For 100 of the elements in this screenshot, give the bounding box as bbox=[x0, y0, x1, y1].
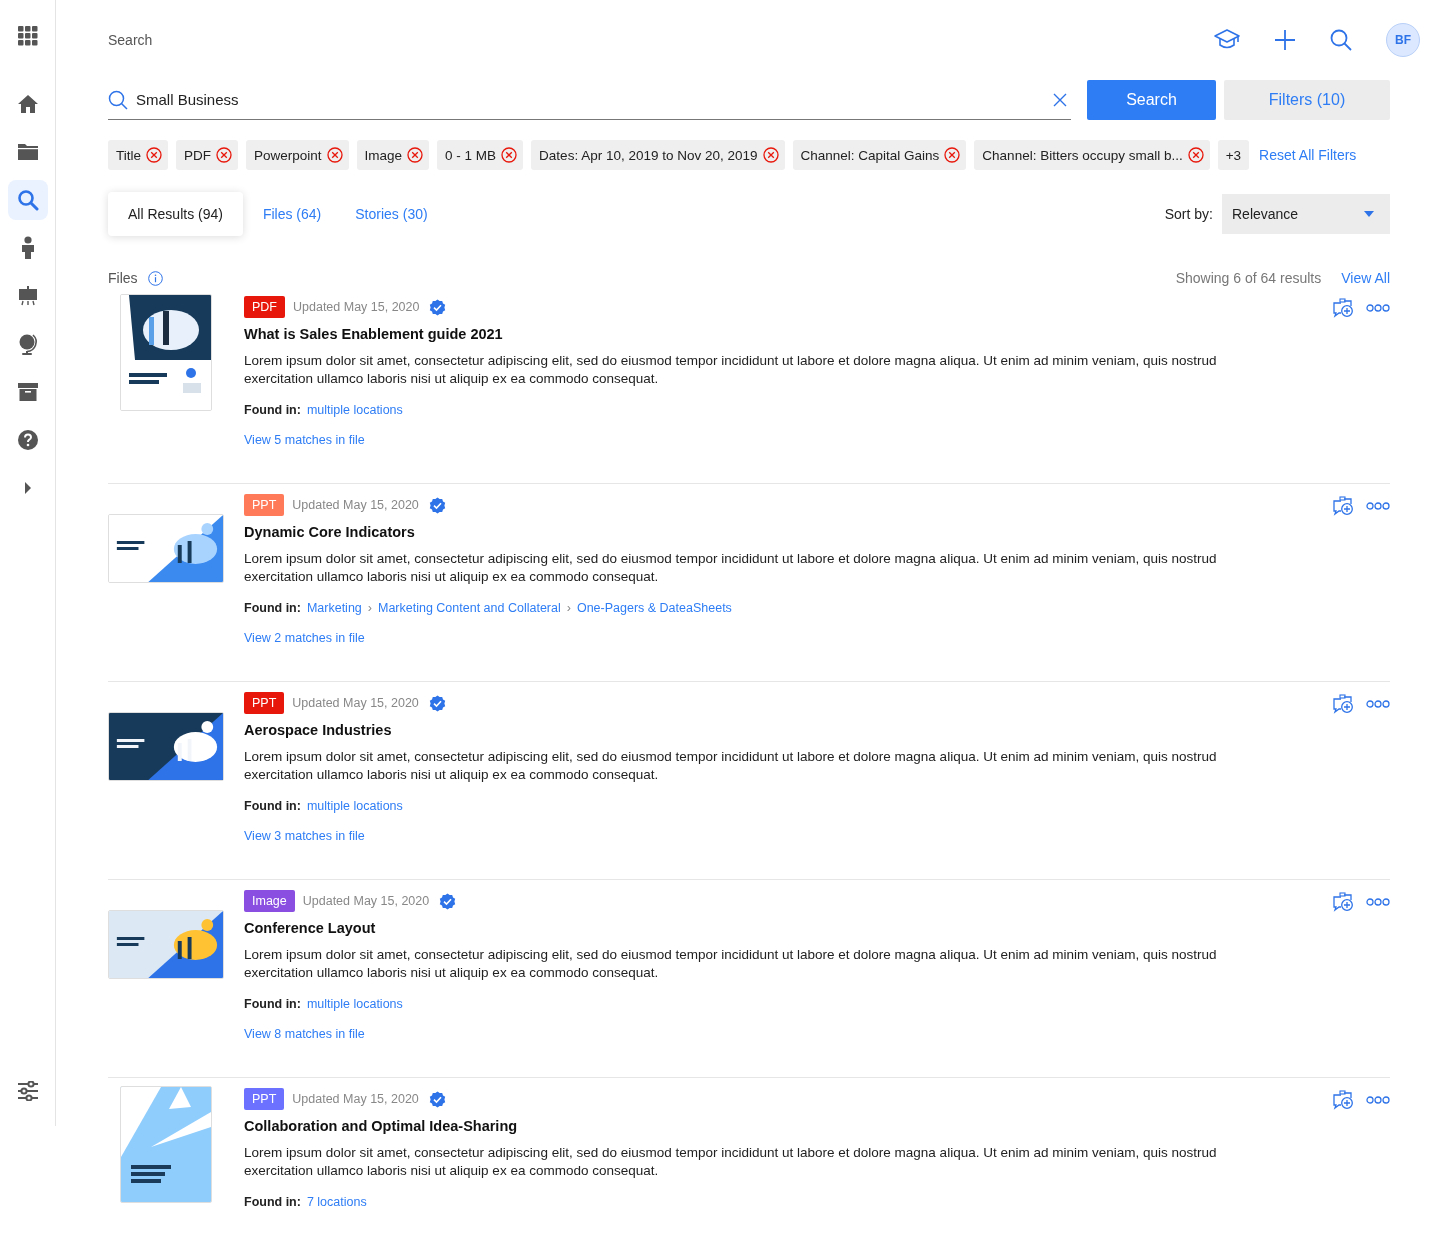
filter-label: 0 - 1 MB bbox=[445, 147, 497, 163]
results-count: Showing 6 of 64 results bbox=[1175, 270, 1322, 286]
file-type-badge: PPT bbox=[244, 692, 285, 714]
result-description: Lorem ipsum dolor sit amet, consectetur adipiscing elit, sed do eiusmod tempor incididunt ut labore et dolore magna aliqua. Ut enim ad minim veniam, quis nostrud exercitation ullamco laboris nisi ut aliquip ex ea commodo consequat. bbox=[244, 550, 1218, 586]
result-description: Lorem ipsum dolor sit amet, consectetur adipiscing elit, sed do eiusmod tempor incididunt ut labore et dolore magna aliqua. Ut enim ad minim veniam, quis nostrud exercitation ullamco laboris nisi ut aliquip ex ea commodo consequat. bbox=[244, 946, 1218, 982]
remove-icon[interactable] bbox=[762, 147, 779, 163]
view-matches-link[interactable]: View 2 matches in file bbox=[244, 631, 365, 645]
file-type-badge: Image bbox=[244, 890, 295, 912]
more-options-icon[interactable] bbox=[1366, 700, 1390, 708]
filter-label: Dates: Apr 10, 2019 to Nov 20, 2019 bbox=[539, 147, 758, 163]
result-title[interactable]: Conference Layout bbox=[244, 920, 1332, 936]
add-to-presentation-icon[interactable] bbox=[1332, 892, 1354, 912]
add-to-presentation-icon[interactable] bbox=[1332, 694, 1354, 714]
results-tab[interactable]: Stories (30) bbox=[341, 192, 442, 236]
results-tab[interactable]: Files (64) bbox=[248, 192, 336, 236]
location-link[interactable]: multiple locations bbox=[306, 997, 403, 1011]
filter-chip[interactable]: Channel: Capital Gains bbox=[792, 140, 967, 170]
filter-chip[interactable]: Image bbox=[356, 140, 430, 170]
location-link[interactable]: multiple locations bbox=[306, 799, 403, 813]
remove-icon[interactable] bbox=[407, 147, 424, 163]
page-title: Search bbox=[108, 32, 153, 48]
location-link[interactable]: Marketing Content and Collateral bbox=[378, 601, 561, 615]
result-title[interactable]: Aerospace Industries bbox=[244, 722, 1332, 738]
filter-chip[interactable]: Powerpoint bbox=[246, 140, 349, 170]
user-avatar[interactable]: BF bbox=[1386, 23, 1420, 57]
filter-chip[interactable]: PDF bbox=[176, 140, 238, 170]
remove-icon[interactable] bbox=[1187, 147, 1204, 163]
sort-label: Sort by: bbox=[1164, 206, 1213, 222]
add-to-presentation-icon[interactable] bbox=[1332, 496, 1354, 516]
search-button[interactable]: Search bbox=[1087, 80, 1216, 120]
verified-icon bbox=[428, 694, 446, 712]
location-link[interactable]: 7 locations bbox=[306, 1195, 367, 1209]
filter-chip[interactable]: Dates: Apr 10, 2019 to Nov 20, 2019 bbox=[531, 140, 785, 170]
verified-icon bbox=[428, 496, 446, 514]
found-in-label: Found in: bbox=[244, 997, 301, 1011]
remove-icon[interactable] bbox=[944, 147, 961, 163]
clear-icon[interactable] bbox=[1053, 92, 1067, 107]
location-link[interactable]: One-Pagers & DateaSheets bbox=[576, 601, 732, 615]
filter-label: PDF bbox=[184, 147, 211, 163]
section-title: Files bbox=[108, 270, 138, 286]
add-to-presentation-icon[interactable] bbox=[1332, 1090, 1354, 1110]
location-link[interactable]: multiple locations bbox=[306, 403, 403, 417]
search-icon bbox=[16, 189, 39, 211]
sidebar-nav-item[interactable] bbox=[7, 180, 48, 220]
result-description: Lorem ipsum dolor sit amet, consectetur adipiscing elit, sed do eiusmod tempor incididunt ut labore et dolore magna aliqua. Ut enim ad minim veniam, quis nostrud exercitation ullamco laboris nisi ut aliquip ex ea commodo consequat. bbox=[244, 1144, 1218, 1180]
filters-button[interactable]: Filters (10) bbox=[1224, 80, 1390, 120]
archive-icon bbox=[17, 383, 38, 401]
found-in-label: Found in: bbox=[244, 403, 301, 417]
filter-label: Image bbox=[364, 147, 403, 163]
view-matches-link[interactable]: View 8 matches in file bbox=[244, 1027, 365, 1041]
folder-icon bbox=[16, 143, 39, 161]
more-options-icon[interactable] bbox=[1366, 898, 1390, 906]
found-in-label: Found in: bbox=[244, 799, 301, 813]
reset-filters-link[interactable]: Reset All Filters bbox=[1259, 147, 1357, 163]
add-icon[interactable] bbox=[1274, 29, 1296, 51]
location-link[interactable]: Marketing bbox=[306, 601, 362, 615]
expand-arrow-icon bbox=[23, 482, 32, 494]
home-icon bbox=[16, 94, 39, 114]
updated-date: Updated May 15, 2020 bbox=[292, 696, 419, 710]
file-type-badge: PDF bbox=[244, 296, 285, 318]
graduation-cap-icon[interactable] bbox=[1214, 29, 1240, 51]
result-title[interactable]: What is Sales Enablement guide 2021 bbox=[244, 326, 1332, 342]
result-title[interactable]: Dynamic Core Indicators bbox=[244, 524, 1332, 540]
updated-date: Updated May 15, 2020 bbox=[292, 498, 419, 512]
view-all-link[interactable]: View All bbox=[1341, 270, 1390, 286]
search-field[interactable]: Small Business bbox=[134, 90, 1047, 109]
info-icon[interactable] bbox=[147, 270, 163, 286]
sort-dropdown[interactable]: Relevance bbox=[1222, 194, 1390, 234]
updated-date: Updated May 15, 2020 bbox=[292, 1092, 419, 1106]
add-to-presentation-icon[interactable] bbox=[1332, 298, 1354, 318]
filter-chip[interactable]: 0 - 1 MB bbox=[437, 140, 524, 170]
file-type-badge: PPT bbox=[244, 494, 285, 516]
filter-label: Channel: Bitters occupy small b... bbox=[982, 147, 1183, 163]
help-icon bbox=[16, 429, 39, 451]
results-tab[interactable]: All Results (94) bbox=[108, 192, 243, 236]
view-matches-link[interactable]: View 3 matches in file bbox=[244, 829, 365, 843]
more-filters-chip[interactable]: +3 bbox=[1217, 140, 1250, 170]
filter-chip[interactable]: Title bbox=[108, 140, 168, 170]
result-title[interactable]: Collaboration and Optimal Idea-Sharing bbox=[244, 1118, 1332, 1134]
remove-icon[interactable] bbox=[216, 147, 232, 163]
verified-icon bbox=[439, 892, 457, 910]
updated-date: Updated May 15, 2020 bbox=[302, 894, 430, 908]
filter-chip[interactable]: Channel: Bitters occupy small b... bbox=[974, 140, 1210, 170]
apps-grid-icon[interactable] bbox=[17, 26, 38, 46]
remove-icon[interactable] bbox=[146, 147, 162, 163]
verified-icon bbox=[429, 298, 447, 316]
search-icon[interactable] bbox=[1330, 29, 1352, 51]
filter-label: Title bbox=[116, 147, 141, 163]
more-options-icon[interactable] bbox=[1366, 502, 1390, 510]
filter-label: Channel: Capital Gains bbox=[800, 147, 940, 163]
found-in-label: Found in: bbox=[244, 1195, 301, 1209]
more-options-icon[interactable] bbox=[1366, 1096, 1390, 1104]
more-options-icon[interactable] bbox=[1366, 304, 1390, 312]
easel-icon bbox=[17, 286, 38, 306]
settings-sliders-icon[interactable] bbox=[16, 1081, 39, 1101]
updated-date: Updated May 15, 2020 bbox=[293, 300, 420, 314]
file-type-badge: PPT bbox=[244, 1088, 285, 1110]
remove-icon[interactable] bbox=[501, 147, 518, 163]
remove-icon[interactable] bbox=[326, 147, 343, 163]
view-matches-link[interactable]: View 5 matches in file bbox=[244, 433, 365, 447]
